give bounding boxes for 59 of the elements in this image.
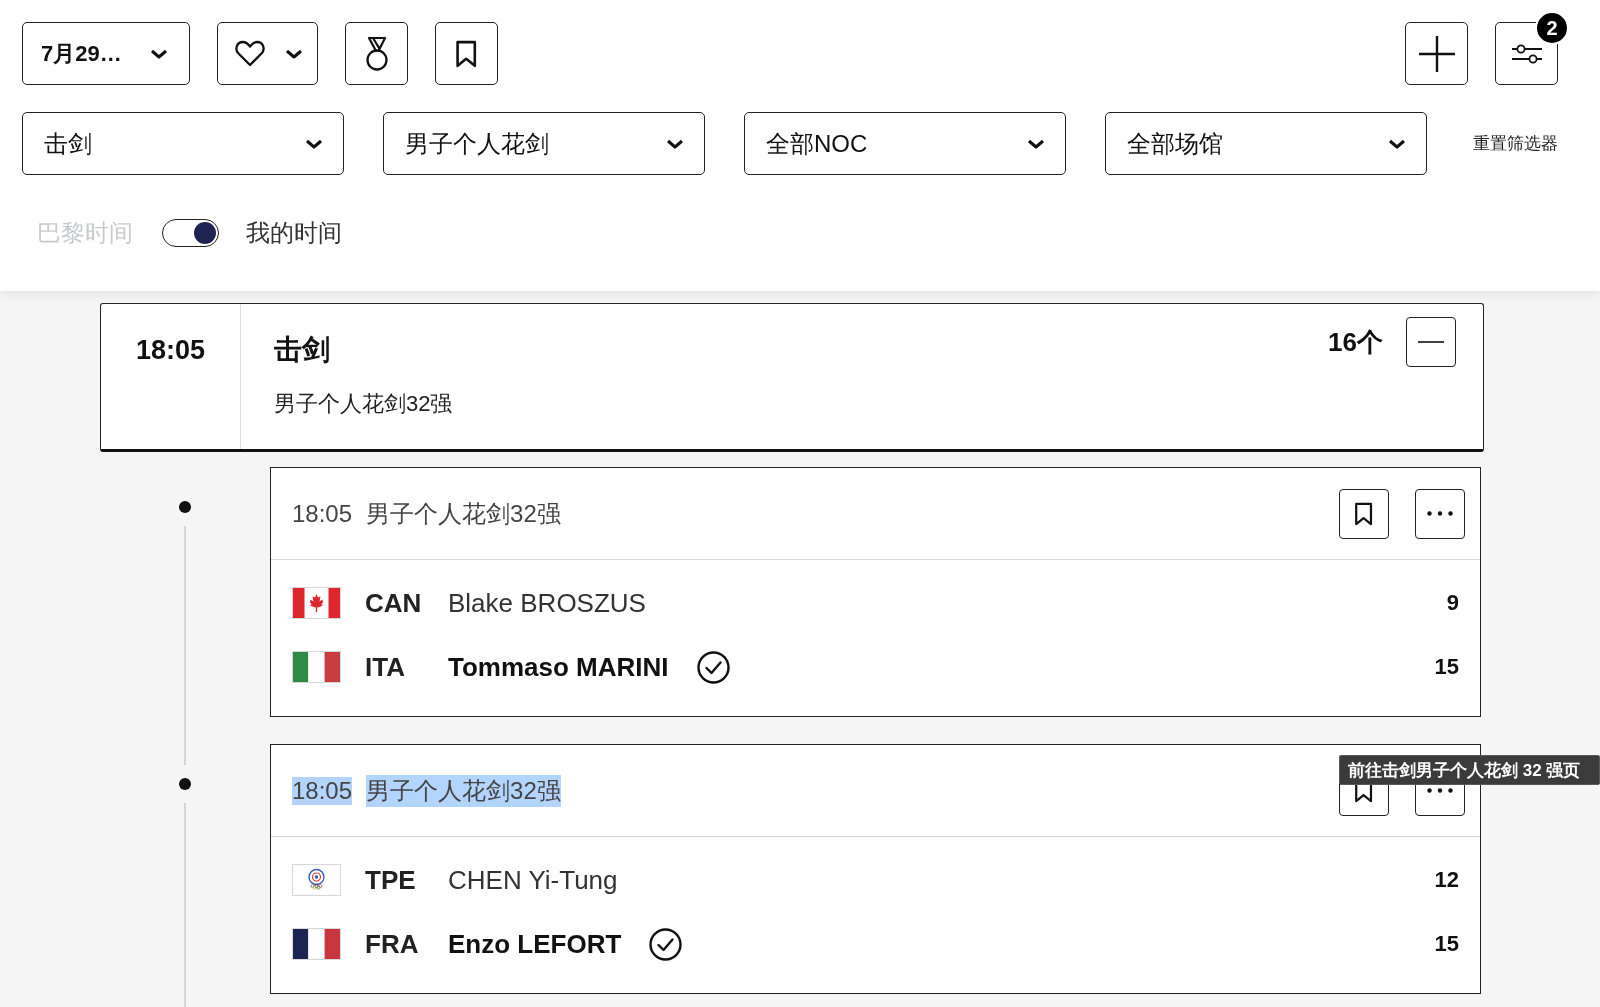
athlete-name: Blake BROSZUS xyxy=(448,587,646,619)
collapse-button[interactable] xyxy=(1406,317,1456,367)
athlete-name: Tommaso MARINI xyxy=(448,651,669,683)
caret-icon xyxy=(666,138,684,149)
match-time: 18:05 xyxy=(292,776,353,805)
more-button[interactable] xyxy=(1415,488,1465,539)
timeline-dot-icon xyxy=(179,778,191,790)
bookmark-icon xyxy=(455,39,478,68)
score: 15 xyxy=(1434,654,1459,680)
athlete-name: CHEN Yi-Tung xyxy=(448,864,618,896)
bookmark-button[interactable] xyxy=(1339,488,1389,539)
plus-icon xyxy=(1417,34,1456,73)
bookmark-icon xyxy=(1354,501,1374,526)
minus-icon xyxy=(1418,341,1444,343)
tooltip: 前往击剑男子个人花剑 32 强页 xyxy=(1339,755,1600,785)
filter-dropdown[interactable]: 全部NOC xyxy=(744,112,1066,175)
caret-icon xyxy=(285,48,303,59)
filter-dropdown[interactable]: 男子个人花剑 xyxy=(383,112,705,175)
timeline-dot-icon xyxy=(179,501,191,513)
more-icon xyxy=(1427,511,1453,516)
score: 9 xyxy=(1446,590,1459,616)
score: 12 xyxy=(1434,867,1459,893)
match-title: 男子个人花剑32强 xyxy=(366,498,561,529)
event-name: 男子个人花剑32强 xyxy=(274,393,453,415)
check-circle-icon xyxy=(649,927,683,961)
athlete-name: Enzo LEFORT xyxy=(448,928,622,960)
date-dropdown[interactable]: 7月29… xyxy=(22,22,190,85)
canada-flag-icon xyxy=(292,587,341,619)
medal-button[interactable] xyxy=(345,22,408,85)
score: 15 xyxy=(1434,931,1459,957)
time-toggle[interactable] xyxy=(162,219,219,247)
bookmark-button[interactable] xyxy=(435,22,498,85)
count-badge: 2 xyxy=(1535,11,1569,45)
match-count: 16个 xyxy=(1328,325,1383,359)
noc-code: ITA xyxy=(365,651,406,683)
filter-dropdown[interactable]: 全部场馆 xyxy=(1105,112,1427,175)
sliders-icon xyxy=(1510,43,1543,64)
heart-dropdown[interactable] xyxy=(217,22,318,85)
italy-flag-icon xyxy=(292,651,341,683)
check-circle-icon xyxy=(696,650,730,684)
heart-icon xyxy=(235,40,265,67)
time-zone-label: 我的时间 xyxy=(246,218,342,248)
caret-icon xyxy=(305,138,323,149)
caret-icon xyxy=(150,48,168,59)
noc-code: FRA xyxy=(365,928,420,960)
reset-filters-link[interactable]: 重置筛选器 xyxy=(1473,132,1558,155)
sport-title: 击剑 xyxy=(274,336,330,364)
france-flag-icon xyxy=(292,928,341,960)
caret-icon xyxy=(1388,138,1406,149)
add-button[interactable] xyxy=(1405,22,1468,85)
match-time: 18:05 xyxy=(292,499,353,528)
event-time: 18:05 xyxy=(101,304,241,449)
more-icon xyxy=(1427,788,1453,793)
noc-code: CAN xyxy=(365,587,423,619)
match-title: 男子个人花剑32强 xyxy=(366,774,561,807)
noc-code: TPE xyxy=(365,864,417,896)
caret-icon xyxy=(1027,138,1045,149)
filter-dropdown[interactable]: 击剑 xyxy=(22,112,344,175)
emblem-flag-icon xyxy=(292,864,341,896)
